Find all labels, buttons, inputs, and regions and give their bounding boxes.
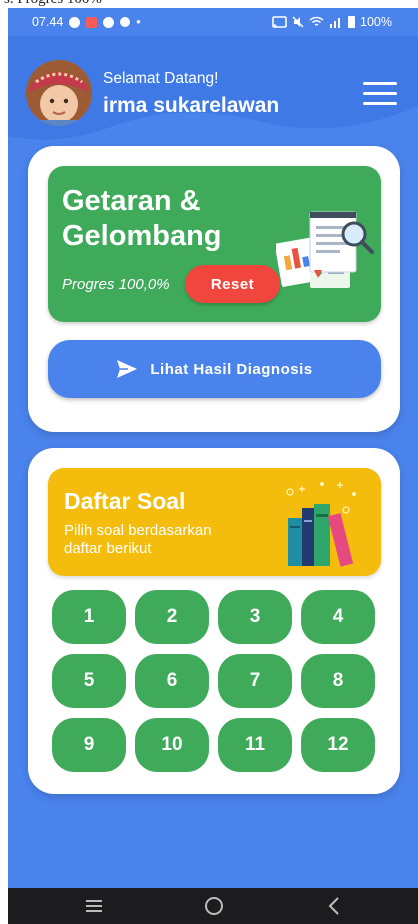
books-icon [286,482,356,567]
battery-level: 100% [360,15,392,29]
question-button-3[interactable]: 3 [218,590,292,644]
view-diagnosis-button[interactable]: Lihat Hasil Diagnosis [48,340,381,398]
question-button-4[interactable]: 4 [301,590,375,644]
question-button-8[interactable]: 8 [301,654,375,708]
question-number-grid: 1 2 3 4 5 6 7 8 9 10 11 12 [52,590,378,772]
question-button-9[interactable]: 9 [52,718,126,772]
question-list-card: Daftar Soal Pilih soal berdasarkan dafta… [28,448,400,794]
question-list-subtitle: Pilih soal berdasarkan daftar berikut [64,522,212,557]
back-icon[interactable] [314,894,354,918]
status-time: 07.44 [32,15,64,29]
view-diagnosis-label: Lihat Hasil Diagnosis [150,360,313,378]
username: irma sukarelawan [103,94,280,117]
question-button-5[interactable]: 5 [52,654,126,708]
chat-icon [69,16,81,28]
question-button-2[interactable]: 2 [135,590,209,644]
signal-icon [330,18,341,28]
reset-button[interactable]: Reset [185,265,280,303]
question-button-11[interactable]: 11 [218,718,292,772]
topic-banner: Getaran & Gelombang Progres 100,0% Reset [48,166,381,322]
greeting-text: Selamat Datang! [103,70,219,87]
progress-text: Progres 100,0% [62,276,170,293]
cast-icon [272,16,287,28]
document-magnifier-icon [276,211,374,288]
top-cut-text: s. Progres 100% [0,0,418,8]
home-icon[interactable] [194,894,234,918]
question-button-1[interactable]: 1 [52,590,126,644]
app-screen: 07.44 • 100% Selamat Datang! irma sukare… [8,8,418,924]
hamburger-menu-icon[interactable] [363,82,397,106]
app-notification-icon [103,16,115,28]
wifi-icon [309,16,324,26]
question-button-7[interactable]: 7 [218,654,292,708]
facebook-icon [120,17,131,27]
battery-icon [348,16,356,28]
question-list-title: Daftar Soal [64,488,186,514]
paper-plane-icon [117,360,138,378]
question-list-banner: Daftar Soal Pilih soal berdasarkan dafta… [48,468,381,576]
question-button-6[interactable]: 6 [135,654,209,708]
more-notifications-icon: • [136,15,141,29]
status-bar: 07.44 • 100% [8,8,418,36]
avatar [26,60,92,126]
recent-apps-icon[interactable] [74,894,114,918]
question-button-10[interactable]: 10 [135,718,209,772]
question-button-12[interactable]: 12 [301,718,375,772]
topic-card: Getaran & Gelombang Progres 100,0% Reset [28,146,400,432]
mute-icon [292,16,304,28]
topic-title: Getaran & Gelombang [62,185,222,252]
system-navigation-bar [8,888,418,924]
notification-app-icon [86,16,98,28]
